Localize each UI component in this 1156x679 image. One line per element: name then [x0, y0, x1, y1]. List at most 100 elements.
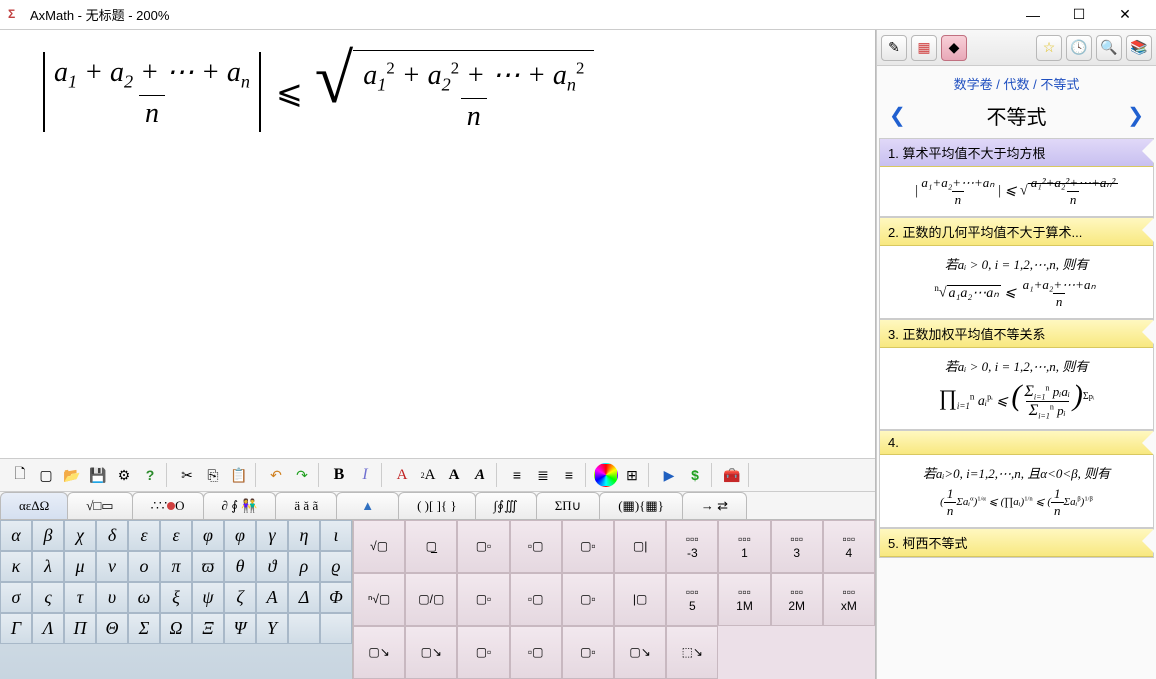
- greek-ο[interactable]: ο: [128, 551, 160, 582]
- greek-Θ[interactable]: Θ: [96, 613, 128, 644]
- greek-ξ[interactable]: ξ: [160, 582, 192, 613]
- align-left-button[interactable]: ≡: [505, 463, 529, 487]
- breadcrumb-math[interactable]: 数学卷: [954, 77, 993, 92]
- search-icon[interactable]: 🔍: [1096, 35, 1122, 61]
- greek-θ[interactable]: θ: [224, 551, 256, 582]
- align-right-button[interactable]: ≡: [557, 463, 581, 487]
- tab-logic[interactable]: ∴∵O: [132, 492, 204, 519]
- font-style-4[interactable]: A: [468, 463, 492, 487]
- tab-arrows[interactable]: → ⇄: [682, 492, 747, 519]
- grid-button[interactable]: ⊞: [620, 463, 644, 487]
- greek-ι[interactable]: ι: [320, 520, 352, 551]
- color-button[interactable]: [594, 463, 618, 487]
- edit-icon[interactable]: ✎: [881, 35, 907, 61]
- template-cell-14[interactable]: ▢▫: [562, 573, 614, 626]
- nav-next-icon[interactable]: ❯: [1123, 103, 1148, 128]
- template-cell-16[interactable]: ▫▫▫ 5: [666, 573, 718, 626]
- new-button[interactable]: 🗋: [8, 463, 32, 487]
- template-cell-21[interactable]: ▢↘: [405, 626, 457, 679]
- toolbox-button[interactable]: 🧰: [720, 463, 744, 487]
- template-cell-4[interactable]: ▢▫: [562, 520, 614, 573]
- grid-view-icon[interactable]: ▦: [911, 35, 937, 61]
- tab-matrices[interactable]: (▦){▦}: [599, 492, 683, 519]
- greek-ϱ[interactable]: ϱ: [320, 551, 352, 582]
- entry-5-title[interactable]: 5. 柯西不等式: [880, 529, 1153, 557]
- template-cell-13[interactable]: ▫▢: [510, 573, 562, 626]
- greek-Π[interactable]: Π: [64, 613, 96, 644]
- help-button[interactable]: ?: [138, 463, 162, 487]
- favorite-icon[interactable]: ☆: [1036, 35, 1062, 61]
- template-cell-15[interactable]: |▢: [614, 573, 666, 626]
- tab-bigops[interactable]: ΣΠ∪: [536, 492, 600, 519]
- template-cell-11[interactable]: ▢/▢: [405, 573, 457, 626]
- font-style-3[interactable]: A: [442, 463, 466, 487]
- blank-button[interactable]: ▢: [34, 463, 58, 487]
- greek-ρ[interactable]: ρ: [288, 551, 320, 582]
- entry-3-title[interactable]: 3. 正数加权平均值不等关系: [880, 320, 1153, 348]
- template-cell-5[interactable]: ▢|: [614, 520, 666, 573]
- entry-1-title[interactable]: 1. 算术平均值不大于均方根: [880, 139, 1153, 167]
- template-cell-25[interactable]: ▢↘: [614, 626, 666, 679]
- template-cell-0[interactable]: √▢: [353, 520, 405, 573]
- template-cell-17[interactable]: ▫▫▫ 1M: [718, 573, 770, 626]
- font-style-1[interactable]: A: [390, 463, 414, 487]
- main-formula[interactable]: a1 + a2 + ⋯ + ann ⩽ √a12 + a22 + ⋯ + an2…: [40, 50, 835, 135]
- greek-λ[interactable]: λ: [32, 551, 64, 582]
- greek-ω[interactable]: ω: [128, 582, 160, 613]
- currency-button[interactable]: $: [683, 463, 707, 487]
- greek-ζ[interactable]: ζ: [224, 582, 256, 613]
- greek-ν[interactable]: ν: [96, 551, 128, 582]
- minimize-button[interactable]: —: [1010, 0, 1056, 30]
- template-cell-26[interactable]: ⬚↘: [666, 626, 718, 679]
- greek-σ[interactable]: σ: [0, 582, 32, 613]
- greek-π[interactable]: π: [160, 551, 192, 582]
- template-cell-1[interactable]: ▢̲: [405, 520, 457, 573]
- cut-button[interactable]: ✂: [175, 463, 199, 487]
- greek-β[interactable]: β: [32, 520, 64, 551]
- template-cell-22[interactable]: ▢▫: [457, 626, 509, 679]
- greek-κ[interactable]: κ: [0, 551, 32, 582]
- save-button[interactable]: 💾: [86, 463, 110, 487]
- template-cell-8[interactable]: ▫▫▫ 3: [771, 520, 823, 573]
- template-cell-6[interactable]: ▫▫▫ -3: [666, 520, 718, 573]
- play-button[interactable]: ▶: [657, 463, 681, 487]
- greek-Γ[interactable]: Γ: [0, 613, 32, 644]
- template-cell-3[interactable]: ▫▢: [510, 520, 562, 573]
- italic-button[interactable]: I: [353, 463, 377, 487]
- font-style-2[interactable]: 2A: [416, 463, 440, 487]
- template-cell-20[interactable]: ▢↘: [353, 626, 405, 679]
- tab-brackets[interactable]: ( )[ ]{ }: [398, 492, 476, 519]
- greek-φ[interactable]: φ: [224, 520, 256, 551]
- bold-button[interactable]: B: [327, 463, 351, 487]
- template-cell-9[interactable]: ▫▫▫ 4: [823, 520, 875, 573]
- equation-editor[interactable]: a1 + a2 + ⋯ + ann ⩽ √a12 + a22 + ⋯ + an2…: [0, 30, 875, 458]
- copy-button[interactable]: ⎘: [201, 463, 225, 487]
- template-cell-2[interactable]: ▢▫: [457, 520, 509, 573]
- template-cell-24[interactable]: ▢▫: [562, 626, 614, 679]
- tab-greek[interactable]: αεΔΩ: [0, 492, 68, 519]
- greek-χ[interactable]: χ: [64, 520, 96, 551]
- greek-δ[interactable]: δ: [96, 520, 128, 551]
- greek-ϑ[interactable]: ϑ: [256, 551, 288, 582]
- greek-Ξ[interactable]: Ξ: [192, 613, 224, 644]
- paste-button[interactable]: 📋: [227, 463, 251, 487]
- tab-shapes[interactable]: ▲: [336, 492, 399, 519]
- formula-entry-3[interactable]: 3. 正数加权平均值不等关系 若aᵢ > 0, i = 1,2,⋯,n, 则有 …: [879, 319, 1154, 430]
- greek-Ψ[interactable]: Ψ: [224, 613, 256, 644]
- greek-Δ[interactable]: Δ: [288, 582, 320, 613]
- greek-η[interactable]: η: [288, 520, 320, 551]
- greek-Ω[interactable]: Ω: [160, 613, 192, 644]
- open-button[interactable]: 📂: [60, 463, 84, 487]
- settings-button[interactable]: ⚙: [112, 463, 136, 487]
- greek-Λ[interactable]: Λ: [32, 613, 64, 644]
- greek-μ[interactable]: μ: [64, 551, 96, 582]
- greek-ϖ[interactable]: ϖ: [192, 551, 224, 582]
- redo-button[interactable]: ↷: [290, 463, 314, 487]
- library-icon[interactable]: 📚: [1126, 35, 1152, 61]
- greek-ε[interactable]: ε: [160, 520, 192, 551]
- template-cell-10[interactable]: ⁿ√▢: [353, 573, 405, 626]
- greek-φ[interactable]: φ: [192, 520, 224, 551]
- close-button[interactable]: ✕: [1102, 0, 1148, 30]
- tab-operators[interactable]: ∂ ∮ 👫: [203, 492, 277, 519]
- breadcrumb-algebra[interactable]: 代数: [1003, 77, 1029, 92]
